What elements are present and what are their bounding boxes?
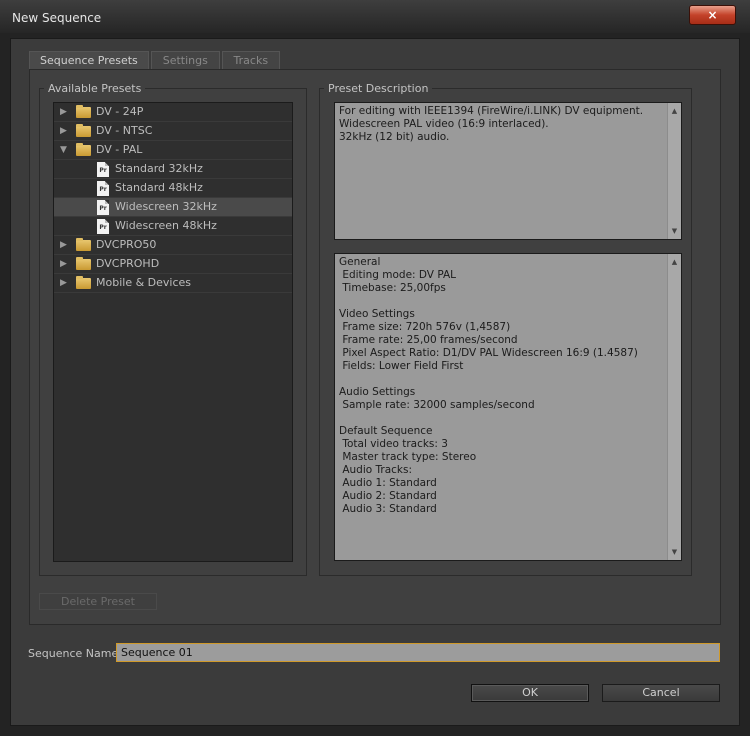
- preset-item-label: Widescreen 32kHz: [115, 200, 217, 213]
- preset-details-text: General Editing mode: DV PAL Timebase: 2…: [339, 256, 638, 515]
- preset-folder[interactable]: ▶ DVCPROHD: [54, 255, 292, 274]
- window-title: New Sequence: [12, 11, 102, 25]
- presets-tree[interactable]: ▶ DV - 24P ▶ DV - NTSC ▼ DV - PAL Pr Standard 3…: [53, 102, 293, 562]
- preset-folder[interactable]: ▶ DV - 24P: [54, 103, 292, 122]
- collapsed-triangle-icon[interactable]: ▶: [60, 236, 70, 254]
- close-button[interactable]: ×: [689, 5, 736, 25]
- preset-folder[interactable]: ▶ DV - NTSC: [54, 122, 292, 141]
- tab-tracks[interactable]: Tracks: [221, 51, 280, 70]
- scroll-down-icon[interactable]: ▼: [668, 546, 681, 558]
- folder-icon: [76, 276, 91, 289]
- preset-item[interactable]: Pr Widescreen 32kHz: [54, 198, 292, 217]
- preset-item-label: Standard 32kHz: [115, 162, 203, 175]
- folder-icon: [76, 257, 91, 270]
- scroll-up-icon[interactable]: ▲: [668, 256, 681, 268]
- scroll-up-icon[interactable]: ▲: [668, 105, 681, 117]
- preset-summary-text: For editing with IEEE1394 (FireWire/i.LI…: [339, 105, 644, 143]
- collapsed-triangle-icon[interactable]: ▶: [60, 255, 70, 273]
- preset-details-box[interactable]: General Editing mode: DV PAL Timebase: 2…: [334, 253, 682, 561]
- preset-folder-label: DV - PAL: [96, 143, 143, 156]
- sequence-name-label: Sequence Name:: [28, 647, 122, 660]
- preset-item-label: Standard 48kHz: [115, 181, 203, 194]
- available-presets-label: Available Presets: [44, 82, 146, 95]
- details-scrollbar[interactable]: ▲ ▼: [667, 254, 681, 560]
- preset-item[interactable]: Pr Standard 48kHz: [54, 179, 292, 198]
- preset-file-icon: Pr: [97, 200, 109, 215]
- tab-strip: Sequence Presets Settings Tracks: [29, 51, 282, 70]
- title-bar: New Sequence ×: [0, 0, 750, 33]
- preset-folder[interactable]: ▶ Mobile & Devices: [54, 274, 292, 293]
- collapsed-triangle-icon[interactable]: ▶: [60, 122, 70, 140]
- scroll-down-icon[interactable]: ▼: [668, 225, 681, 237]
- ok-button[interactable]: OK: [471, 684, 589, 702]
- preset-summary-box[interactable]: For editing with IEEE1394 (FireWire/i.LI…: [334, 102, 682, 240]
- collapsed-triangle-icon[interactable]: ▶: [60, 103, 70, 121]
- delete-preset-button[interactable]: Delete Preset: [39, 593, 157, 610]
- preset-folder-label: DV - 24P: [96, 105, 144, 118]
- expanded-triangle-icon[interactable]: ▼: [60, 141, 70, 159]
- cancel-button[interactable]: Cancel: [602, 684, 720, 702]
- tab-settings[interactable]: Settings: [150, 51, 220, 70]
- preset-item[interactable]: Pr Standard 32kHz: [54, 160, 292, 179]
- preset-folder-label: DVCPROHD: [96, 257, 160, 270]
- folder-icon: [76, 105, 91, 118]
- sequence-name-input[interactable]: [116, 643, 720, 662]
- preset-folder-label: Mobile & Devices: [96, 276, 192, 289]
- preset-folder-label: DVCPRO50: [96, 238, 157, 251]
- preset-folder[interactable]: ▶ DVCPRO50: [54, 236, 292, 255]
- tab-sequence-presets[interactable]: Sequence Presets: [29, 51, 149, 70]
- preset-file-icon: Pr: [97, 181, 109, 196]
- folder-icon: [76, 143, 91, 156]
- collapsed-triangle-icon[interactable]: ▶: [60, 274, 70, 292]
- preset-file-icon: Pr: [97, 162, 109, 177]
- preset-item[interactable]: Pr Widescreen 48kHz: [54, 217, 292, 236]
- close-icon: ×: [707, 8, 718, 22]
- folder-icon: [76, 124, 91, 137]
- preset-item-label: Widescreen 48kHz: [115, 219, 217, 232]
- summary-scrollbar[interactable]: ▲ ▼: [667, 103, 681, 239]
- preset-description-label: Preset Description: [324, 82, 433, 95]
- preset-folder[interactable]: ▼ DV - PAL: [54, 141, 292, 160]
- preset-folder-label: DV - NTSC: [96, 124, 153, 137]
- folder-icon: [76, 238, 91, 251]
- preset-file-icon: Pr: [97, 219, 109, 234]
